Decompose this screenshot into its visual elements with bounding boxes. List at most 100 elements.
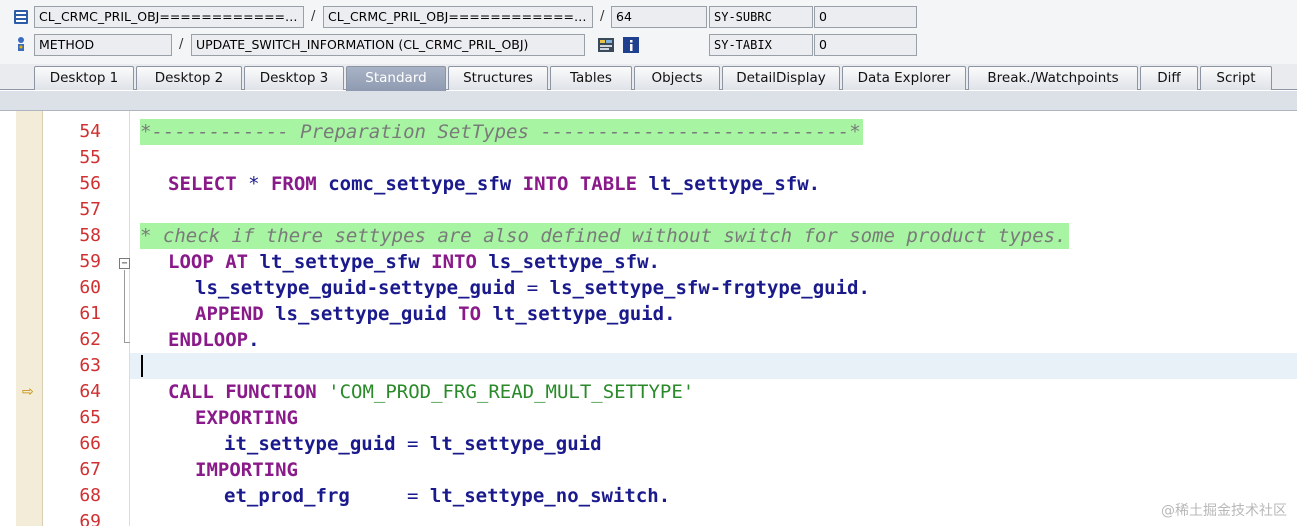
identifier: lt_settype_guid xyxy=(492,303,665,325)
code-line[interactable]: 58 * check if there settypes are also de… xyxy=(0,223,1297,249)
tab-label: Standard xyxy=(365,70,427,86)
identifier: et_prod_frg xyxy=(224,485,350,507)
line-number-field[interactable]: 64 xyxy=(611,6,707,28)
header-row-event: METHOD / UPDATE_SWITCH_INFORMATION (CL_C… xyxy=(0,34,1297,58)
line-number: 60 xyxy=(79,277,101,298)
tab-desktop-3[interactable]: Desktop 3 xyxy=(244,66,344,90)
operator: = xyxy=(349,485,430,507)
code-text: ls_settype_guid-settype_guid = ls_settyp… xyxy=(195,275,870,301)
identifier: lt_settype_no_switch xyxy=(429,485,659,507)
tab-label: Data Explorer xyxy=(857,70,951,86)
code-line[interactable]: 57 xyxy=(0,197,1297,223)
keyword: TO xyxy=(458,303,482,325)
program-list-icon xyxy=(14,10,28,24)
code-line[interactable]: 61 APPEND ls_settype_guid TO lt_settype_… xyxy=(0,301,1297,327)
identifier: lt_settype_sfw xyxy=(259,251,420,273)
code-line[interactable]: 66 it_settype_guid = lt_settype_guid xyxy=(0,431,1297,457)
line-number: 64 xyxy=(79,381,101,402)
comment-text: *------------ Preparation SetTypes -----… xyxy=(140,119,863,145)
terminator: . xyxy=(858,277,870,299)
keyword: INTO xyxy=(431,251,477,273)
tab-label: Break./Watchpoints xyxy=(987,70,1119,86)
sysvar-value-field[interactable]: 0 xyxy=(814,34,917,56)
code-line[interactable]: 67 IMPORTING xyxy=(0,457,1297,483)
line-number: 58 xyxy=(79,225,101,246)
tab-desktop-1[interactable]: Desktop 1 xyxy=(34,66,134,90)
header-row-program: CL_CRMC_PRIL_OBJ=============... / CL_CR… xyxy=(0,6,1297,30)
debugger-tab-strip: Desktop 1 Desktop 2 Desktop 3 Standard S… xyxy=(0,64,1297,91)
identifier: ls_settype_guid-settype_guid xyxy=(195,277,516,299)
code-text: ENDLOOP. xyxy=(168,327,260,353)
code-line[interactable]: 56 SELECT * FROM comc_settype_sfw INTO T… xyxy=(0,171,1297,197)
code-line-execution[interactable]: ⇨ 64 CALL FUNCTION 'COM_PROD_FRG_READ_MU… xyxy=(0,379,1297,405)
keyword: INTO TABLE xyxy=(522,173,638,195)
separator: / xyxy=(600,9,605,24)
keyword: SELECT xyxy=(168,173,237,195)
line-number: 54 xyxy=(79,121,101,142)
code-text: CALL FUNCTION 'COM_PROD_FRG_READ_MULT_SE… xyxy=(168,379,694,405)
tab-detail-display[interactable]: DetailDisplay xyxy=(722,66,840,90)
tab-objects[interactable]: Objects xyxy=(634,66,720,90)
code-line-current[interactable]: 63 xyxy=(0,353,1297,379)
source-code-editor[interactable]: − 54 *------------ Preparation SetTypes … xyxy=(0,111,1297,526)
line-number: 65 xyxy=(79,407,101,428)
event-type-field[interactable]: METHOD xyxy=(34,34,172,56)
terminator: . xyxy=(808,173,821,195)
terminator: . xyxy=(658,485,671,507)
code-text: LOOP AT lt_settype_sfw INTO ls_settype_s… xyxy=(168,249,660,275)
tab-standard[interactable]: Standard xyxy=(346,66,446,91)
tab-script[interactable]: Script xyxy=(1200,66,1272,90)
line-number: 61 xyxy=(79,303,101,324)
info-icon[interactable] xyxy=(622,36,640,54)
comment-text: * check if there settypes are also defin… xyxy=(140,223,1069,249)
execution-arrow-icon: ⇨ xyxy=(22,384,34,400)
operator: * xyxy=(236,173,271,195)
code-line[interactable]: 68 et_prod_frg = lt_settype_no_switch. xyxy=(0,483,1297,509)
line-number: 62 xyxy=(79,329,101,350)
program-name-field[interactable]: CL_CRMC_PRIL_OBJ=============... xyxy=(34,6,304,28)
code-text: SELECT * FROM comc_settype_sfw INTO TABL… xyxy=(168,171,820,197)
identifier: ls_settype_guid xyxy=(275,303,447,325)
sysvar-name-field[interactable]: SY-SUBRC xyxy=(709,6,813,28)
terminator: . xyxy=(248,329,260,351)
keyword: LOOP AT xyxy=(168,251,249,273)
keyword: FROM xyxy=(270,173,317,195)
code-line[interactable]: 54 *------------ Preparation SetTypes --… xyxy=(0,119,1297,145)
tab-tables[interactable]: Tables xyxy=(550,66,632,90)
code-line[interactable]: 62 ENDLOOP. xyxy=(0,327,1297,353)
string-literal: 'COM_PROD_FRG_READ_MULT_SETTYPE' xyxy=(328,381,695,403)
current-line-highlight xyxy=(130,353,1297,379)
tab-structures[interactable]: Structures xyxy=(448,66,548,90)
source-code-icon[interactable] xyxy=(597,36,615,54)
tab-data-explorer[interactable]: Data Explorer xyxy=(842,66,966,90)
debugger-header: CL_CRMC_PRIL_OBJ=============... / CL_CR… xyxy=(0,0,1297,66)
code-line[interactable]: 65 EXPORTING xyxy=(0,405,1297,431)
tab-label: DetailDisplay xyxy=(736,70,826,86)
tab-diff[interactable]: Diff xyxy=(1140,66,1198,90)
event-name-field[interactable]: UPDATE_SWITCH_INFORMATION (CL_CRMC_PRIL_… xyxy=(191,34,585,56)
tab-label: Tables xyxy=(570,70,612,86)
line-number: 67 xyxy=(79,459,101,480)
sysvar-value-field[interactable]: 0 xyxy=(814,6,917,28)
code-text: et_prod_frg = lt_settype_no_switch. xyxy=(224,483,670,509)
separator: / xyxy=(179,37,184,52)
line-number: 69 xyxy=(79,511,101,526)
identifier: it_settype_guid xyxy=(224,433,396,455)
operator: = xyxy=(395,433,430,455)
line-number: 59 xyxy=(79,251,101,272)
sysvar-name-field[interactable]: SY-TABIX xyxy=(709,34,813,56)
text-cursor xyxy=(141,355,143,377)
tab-break-watchpoints[interactable]: Break./Watchpoints xyxy=(968,66,1138,90)
keyword: EXPORTING xyxy=(195,407,298,429)
code-line[interactable]: 60 ls_settype_guid-settype_guid = ls_set… xyxy=(0,275,1297,301)
tab-desktop-2[interactable]: Desktop 2 xyxy=(136,66,242,90)
code-line[interactable]: 69 xyxy=(0,509,1297,526)
identifier: lt_settype_sfw xyxy=(648,173,809,195)
include-name-field[interactable]: CL_CRMC_PRIL_OBJ=============... xyxy=(323,6,593,28)
code-line[interactable]: 55 xyxy=(0,145,1297,171)
code-line[interactable]: 59 LOOP AT lt_settype_sfw INTO ls_settyp… xyxy=(0,249,1297,275)
line-number: 63 xyxy=(79,355,101,376)
terminator: . xyxy=(664,303,676,325)
tab-label: Diff xyxy=(1157,70,1181,86)
keyword: ENDLOOP xyxy=(168,329,249,351)
